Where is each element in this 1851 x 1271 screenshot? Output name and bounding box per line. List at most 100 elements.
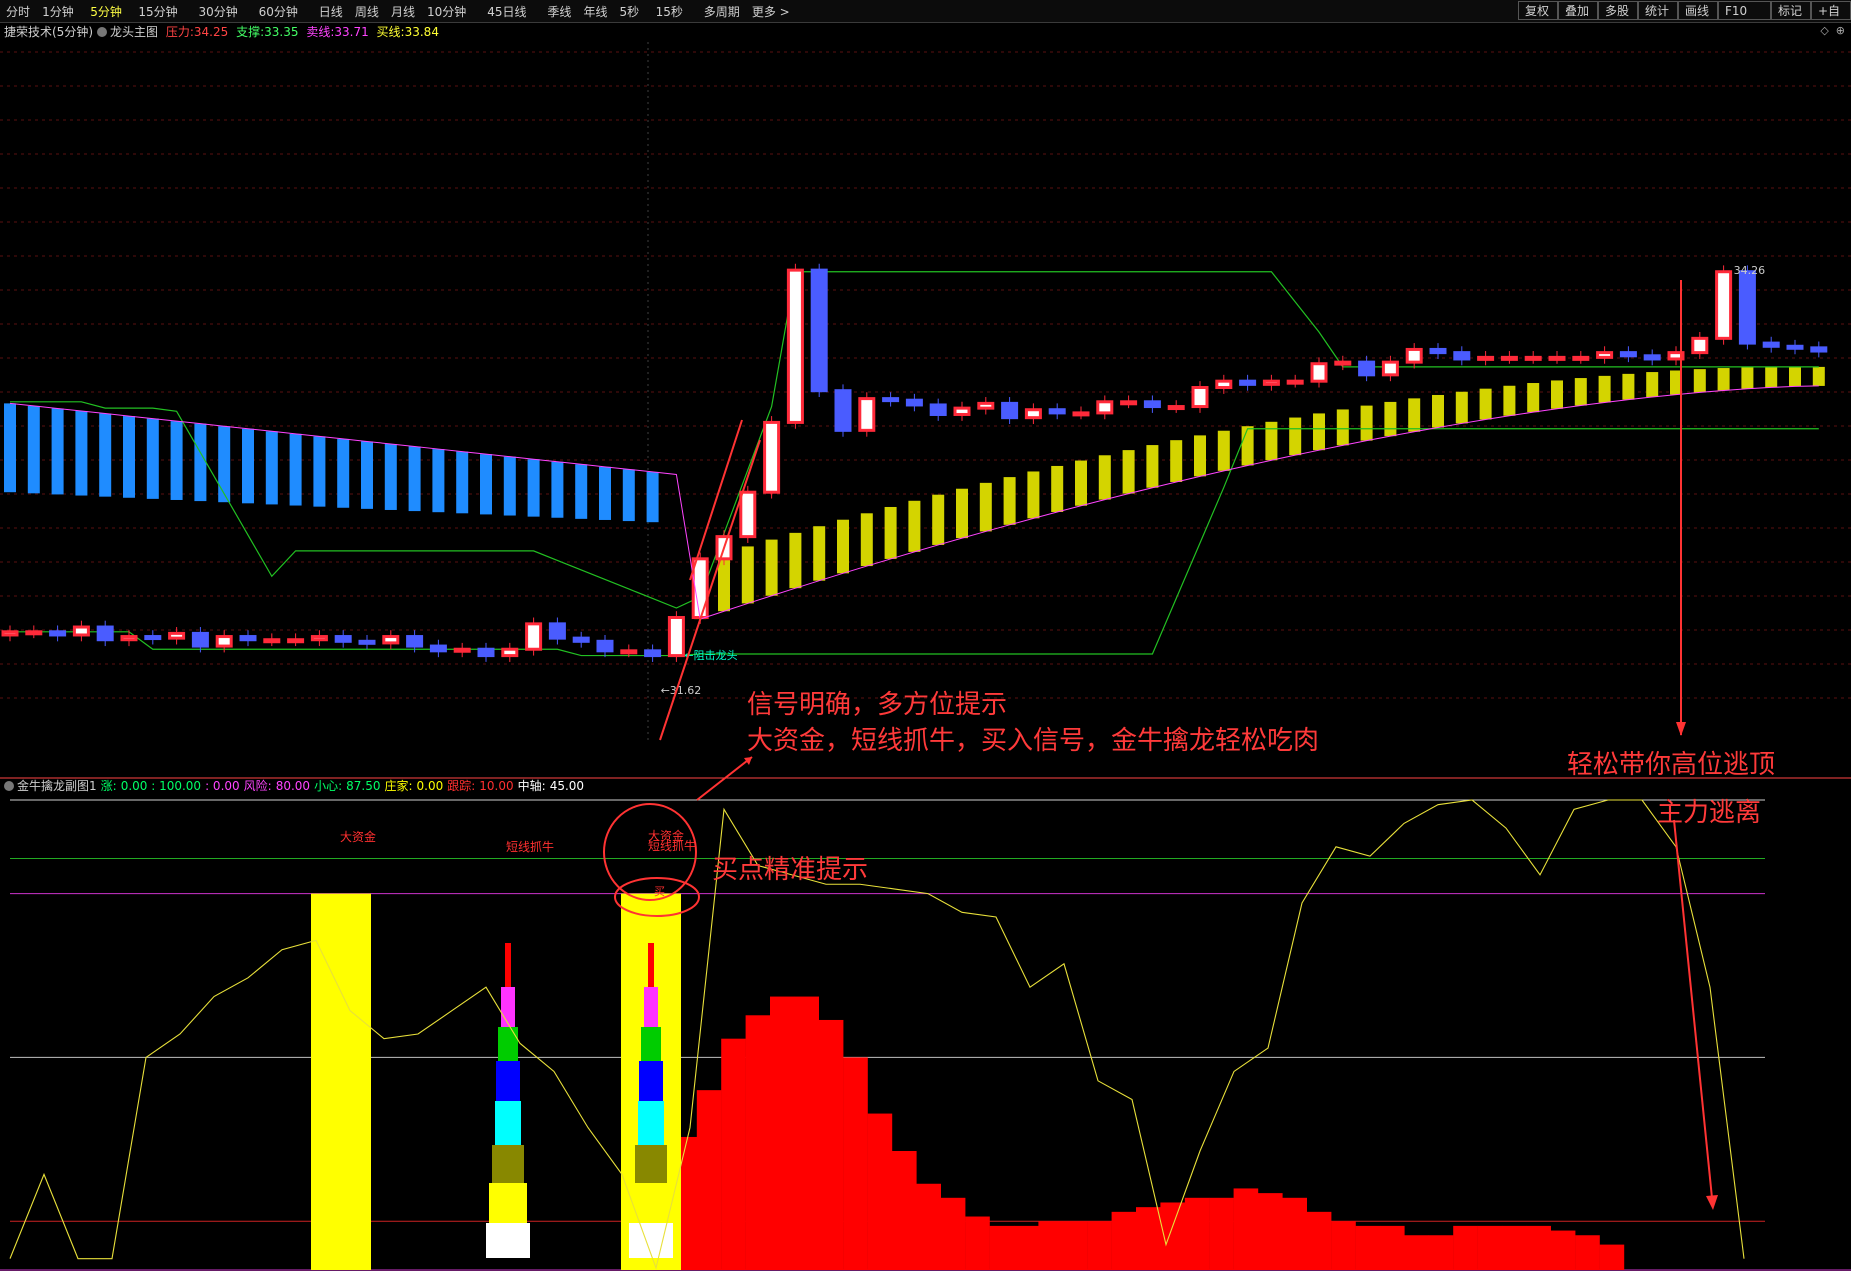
- ribbon-bar: [218, 426, 231, 503]
- ribbon-bar: [1098, 455, 1111, 500]
- period-tab-9[interactable]: 10分钟: [427, 3, 466, 20]
- ribbon-bar: [622, 469, 635, 522]
- ribbon-bar: [1693, 369, 1706, 393]
- arrow-head: [1706, 1195, 1718, 1210]
- ribbon-bar: [1503, 385, 1516, 416]
- ribbon-bar: [575, 464, 588, 519]
- candle-body: [49, 630, 67, 637]
- red-area-bar: [1282, 1197, 1307, 1270]
- period-tab-2[interactable]: 5分钟: [90, 3, 122, 20]
- ribbon-bar: [4, 403, 16, 493]
- ribbon-bar: [1051, 465, 1064, 512]
- duanxian-tower: [498, 1027, 518, 1061]
- red-area-bar: [892, 1151, 917, 1270]
- arrow-line: [1673, 819, 1713, 1199]
- red-area-bar: [1306, 1211, 1332, 1270]
- diamond-icon[interactable]: ◇: [1820, 24, 1828, 37]
- ribbon-bar: [1027, 471, 1040, 519]
- period-tab-6[interactable]: 日线: [319, 3, 343, 20]
- toolbar-button-0[interactable]: 复权: [1518, 1, 1558, 20]
- settings-icon[interactable]: [97, 27, 107, 37]
- dazijin-label: 大资金: [340, 829, 376, 844]
- period-tab-7[interactable]: 周线: [355, 3, 379, 20]
- toolbar-button-3[interactable]: 统计: [1638, 1, 1678, 20]
- candle-body: [168, 631, 186, 640]
- sub-settings-icon[interactable]: [4, 781, 14, 791]
- ribbon-bar: [1003, 477, 1016, 525]
- toolbar-button-7[interactable]: +自: [1811, 1, 1851, 20]
- candle-body: [1548, 355, 1566, 361]
- period-tab-1[interactable]: 1分钟: [42, 3, 74, 20]
- candle-body: [1310, 362, 1328, 383]
- red-area-bar: [1062, 1221, 1088, 1270]
- period-tab-13[interactable]: 5秒: [620, 3, 640, 20]
- period-tab-16[interactable]: 更多 >: [752, 3, 790, 20]
- ribbon-bar: [837, 519, 849, 574]
- red-area-bar: [940, 1197, 966, 1270]
- ribbon-bar: [289, 433, 302, 506]
- ribbon-bar: [480, 454, 492, 515]
- ribbon-bar: [860, 513, 873, 567]
- candle-body: [572, 636, 590, 643]
- candle-body: [215, 635, 233, 648]
- red-area-bar: [1331, 1221, 1356, 1270]
- red-area-bar: [1380, 1225, 1405, 1270]
- ribbon-bar: [979, 482, 992, 532]
- candle-body: [1358, 360, 1376, 377]
- ribbon-bar: [146, 418, 159, 499]
- red-area-bar: [1136, 1207, 1161, 1270]
- ribbon-bar: [956, 488, 968, 539]
- ribbon-bar: [1313, 413, 1325, 451]
- ribbon-bar: [1075, 460, 1087, 506]
- period-tab-8[interactable]: 月线: [391, 3, 415, 20]
- high-price-tag: 34.26: [1734, 264, 1766, 277]
- main-indicator-name[interactable]: 龙头主图: [110, 25, 158, 39]
- period-tab-11[interactable]: 季线: [547, 3, 571, 20]
- red-area-bar: [965, 1216, 990, 1270]
- red-area-bar: [696, 1090, 722, 1270]
- candle-body: [1239, 379, 1257, 386]
- ribbon-bar: [1551, 380, 1563, 409]
- candle-body: [525, 622, 543, 651]
- period-tab-4[interactable]: 30分钟: [198, 3, 237, 20]
- sub-item-value-0: 0.00 : 100.00: [120, 779, 202, 793]
- candle-body: [667, 616, 685, 658]
- candle-body: [1477, 355, 1495, 361]
- sub-indicator-name[interactable]: 金牛擒龙副图1: [17, 779, 97, 793]
- period-tab-3[interactable]: 15分钟: [138, 3, 177, 20]
- toolbar-button-2[interactable]: 多股: [1598, 1, 1638, 20]
- toolbar-button-4[interactable]: 画线: [1678, 1, 1718, 20]
- toolbar-button-6[interactable]: 标记: [1771, 1, 1811, 20]
- candle-body: [358, 639, 376, 645]
- toolbar-button-1[interactable]: 叠加: [1558, 1, 1598, 20]
- period-tab-0[interactable]: 分时: [6, 3, 30, 20]
- candle-body: [953, 406, 971, 416]
- ribbon-bar: [1574, 378, 1587, 406]
- panel-controls: ◇ ⊕: [1820, 24, 1845, 37]
- candle-body: [1738, 270, 1756, 345]
- period-tab-10[interactable]: 45日线: [487, 3, 526, 20]
- ribbon-bar: [765, 539, 778, 596]
- expand-icon[interactable]: ⊕: [1836, 24, 1845, 37]
- sub-item-value-6: 45.00: [549, 779, 585, 793]
- period-tab-12[interactable]: 年线: [583, 3, 607, 20]
- ribbon-bar: [75, 410, 88, 496]
- period-tab-14[interactable]: 15秒: [656, 3, 683, 20]
- ribbon-bar: [1765, 366, 1778, 388]
- ribbon-bar: [1717, 368, 1730, 391]
- period-tab-15[interactable]: 多周期: [704, 3, 740, 20]
- duanxian-tower: [489, 1183, 527, 1223]
- ribbon-bar: [1384, 401, 1397, 437]
- toolbar-button-5[interactable]: F10: [1718, 1, 1771, 20]
- candle-body: [1572, 355, 1590, 361]
- sell-line-label: 卖线:: [306, 25, 335, 39]
- candle-body: [905, 398, 923, 407]
- red-area-bar: [843, 1057, 868, 1270]
- red-area-bar: [1526, 1225, 1551, 1270]
- ribbon-bar: [361, 441, 373, 509]
- support-value: 33.35: [264, 25, 299, 39]
- period-tab-5[interactable]: 60分钟: [259, 3, 298, 20]
- candle-body: [1072, 411, 1090, 417]
- candle-body: [501, 647, 519, 658]
- ribbon-bar: [313, 436, 326, 507]
